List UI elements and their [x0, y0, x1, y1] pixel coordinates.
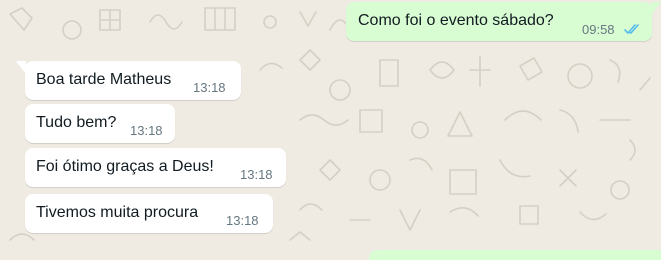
outgoing-message[interactable]: Como foi o evento sábado? 09:58 — [346, 2, 652, 41]
message-text: Tivemos muita procura — [36, 204, 199, 221]
message-time: 13:18 — [240, 167, 273, 182]
message-time: 13:18 — [226, 213, 259, 228]
incoming-message[interactable]: Foi ótimo graças a Deus! 13:18 — [25, 148, 286, 187]
message-time: 09:58 — [582, 22, 615, 37]
message-time: 13:18 — [130, 123, 163, 138]
chat-message-list: Como foi o evento sábado? 09:58 Boa tard… — [0, 0, 661, 260]
incoming-message[interactable]: Boa tarde Matheus 13:18 — [25, 61, 241, 100]
outgoing-bubble-tail — [651, 2, 661, 15]
message-text: Foi ótimo graças a Deus! — [36, 158, 214, 175]
outgoing-message-partial[interactable] — [369, 250, 661, 260]
incoming-message[interactable]: Tivemos muita procura 13:18 — [25, 194, 273, 233]
message-text: Como foi o evento sábado? — [358, 12, 554, 29]
incoming-message[interactable]: Tudo bem? 13:18 — [25, 104, 175, 143]
message-time: 13:18 — [193, 80, 226, 95]
message-text: Boa tarde Matheus — [36, 71, 172, 88]
double-check-read-icon — [624, 24, 639, 34]
message-text: Tudo bem? — [36, 114, 117, 131]
